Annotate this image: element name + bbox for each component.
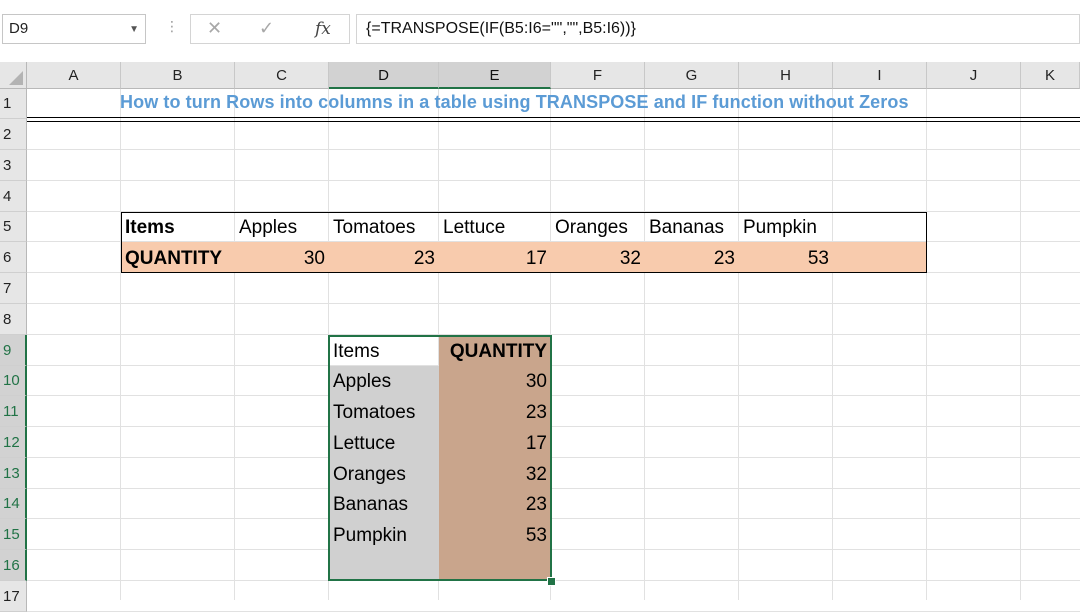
grid-row-line — [27, 426, 1080, 427]
table2-qty-4[interactable]: 23 — [443, 489, 547, 519]
table1-qty-3[interactable]: 32 — [555, 242, 641, 273]
row-header-14[interactable]: 14 — [0, 489, 27, 519]
table2-qty-5[interactable]: 53 — [443, 519, 547, 550]
table2-item-5[interactable]: Pumpkin — [333, 519, 435, 550]
table2-header-items[interactable]: Items — [333, 335, 435, 366]
grid-row-line — [27, 518, 1080, 519]
grid-column-line — [1020, 89, 1021, 600]
grid-column-line — [738, 89, 739, 600]
fill-handle[interactable] — [547, 577, 556, 586]
grid-row-line — [27, 395, 1080, 396]
grid-row-line — [27, 303, 1080, 304]
grid-column-line — [832, 89, 833, 600]
row-header-5[interactable]: 5 — [0, 212, 27, 242]
row-header-2[interactable]: 2 — [0, 119, 27, 150]
table1-qty-4[interactable]: 23 — [649, 242, 735, 273]
formula-buttons: ✕ ✓ fx — [190, 14, 350, 44]
grid-row-line — [27, 457, 1080, 458]
table1-item-2[interactable]: Lettuce — [443, 212, 547, 242]
column-header-f[interactable]: F — [551, 62, 645, 89]
row-header-6[interactable]: 6 — [0, 242, 27, 273]
column-header-j[interactable]: J — [927, 62, 1021, 89]
row-header-1[interactable]: 1 — [0, 89, 27, 119]
row-header-7[interactable]: 7 — [0, 273, 27, 304]
table2-item-2[interactable]: Lettuce — [333, 427, 435, 458]
grid-row-line — [27, 149, 1080, 150]
column-header-c[interactable]: C — [235, 62, 329, 89]
row-header-4[interactable]: 4 — [0, 181, 27, 212]
close-icon[interactable]: ✕ — [207, 18, 222, 39]
table1-qty-5[interactable]: 53 — [743, 242, 829, 273]
grid-row-line — [27, 488, 1080, 489]
select-all-button[interactable] — [0, 62, 27, 89]
column-header-d[interactable]: D — [329, 62, 439, 89]
table1-item-4[interactable]: Bananas — [649, 212, 735, 242]
table2-item-3[interactable]: Oranges — [333, 458, 435, 489]
column-header-a[interactable]: A — [27, 62, 121, 89]
grid-row-line — [27, 180, 1080, 181]
column-header-b[interactable]: B — [121, 62, 235, 89]
formula-input[interactable]: {=TRANSPOSE(IF(B5:I6="","",B5:I6))} — [356, 14, 1080, 44]
table1-quantity-label[interactable]: QUANTITY — [125, 242, 231, 273]
row-header-17[interactable]: 17 — [0, 581, 27, 612]
insert-function-icon[interactable]: fx — [315, 19, 331, 39]
column-header-g[interactable]: G — [645, 62, 739, 89]
row-header-16[interactable]: 16 — [0, 550, 27, 581]
column-header-h[interactable]: H — [739, 62, 833, 89]
table2-qty-1[interactable]: 23 — [443, 396, 547, 427]
row-header-8[interactable]: 8 — [0, 304, 27, 335]
row-header-3[interactable]: 3 — [0, 150, 27, 181]
name-box[interactable]: D9 ▼ — [2, 14, 146, 44]
grid-row-line — [27, 549, 1080, 550]
table2-item-1[interactable]: Tomatoes — [333, 396, 435, 427]
grid-row-line — [27, 334, 1080, 335]
table2-item-4[interactable]: Bananas — [333, 489, 435, 519]
sheet-title[interactable]: How to turn Rows into columns in a table… — [120, 92, 909, 113]
spreadsheet-grid[interactable]: How to turn Rows into columns in a table… — [0, 62, 1080, 612]
formula-text: {=TRANSPOSE(IF(B5:I6="","",B5:I6))} — [366, 20, 636, 37]
grid-column-line — [234, 89, 235, 600]
table1-item-1[interactable]: Tomatoes — [333, 212, 435, 242]
table1-item-0[interactable]: Apples — [239, 212, 325, 242]
table1-qty-1[interactable]: 23 — [333, 242, 435, 273]
column-header-k[interactable]: K — [1021, 62, 1080, 89]
table1-header-items[interactable]: Items — [125, 212, 231, 242]
more-icon[interactable]: ⋮ — [165, 18, 179, 35]
chevron-down-icon[interactable]: ▼ — [129, 24, 139, 35]
table1-qty-0[interactable]: 30 — [239, 242, 325, 273]
row-header-10[interactable]: 10 — [0, 366, 27, 396]
table1-item-3[interactable]: Oranges — [555, 212, 641, 242]
row-header-13[interactable]: 13 — [0, 458, 27, 489]
row-header-15[interactable]: 15 — [0, 519, 27, 550]
table1-item-5[interactable]: Pumpkin — [743, 212, 829, 242]
title-double-border — [27, 117, 1080, 122]
table2-qty-2[interactable]: 17 — [443, 427, 547, 458]
table2-qty-0[interactable]: 30 — [443, 366, 547, 396]
table2-item-0[interactable]: Apples — [333, 366, 435, 396]
column-header-e[interactable]: E — [439, 62, 551, 89]
grid-row-line — [27, 365, 1080, 366]
column-header-i[interactable]: I — [833, 62, 927, 89]
check-icon[interactable]: ✓ — [259, 18, 274, 39]
row-header-11[interactable]: 11 — [0, 396, 27, 427]
grid-column-line — [926, 89, 927, 600]
grid-column-line — [644, 89, 645, 600]
formula-bar: D9 ▼ ⋮ ✕ ✓ fx {=TRANSPOSE(IF(B5:I6="",""… — [0, 0, 1080, 62]
row-header-12[interactable]: 12 — [0, 427, 27, 458]
name-box-value: D9 — [9, 20, 29, 37]
table2-qty-3[interactable]: 32 — [443, 458, 547, 489]
table2-header-qty[interactable]: QUANTITY — [443, 335, 547, 366]
table1-qty-2[interactable]: 17 — [443, 242, 547, 273]
row-header-9[interactable]: 9 — [0, 335, 27, 366]
grid-column-line — [120, 89, 121, 600]
